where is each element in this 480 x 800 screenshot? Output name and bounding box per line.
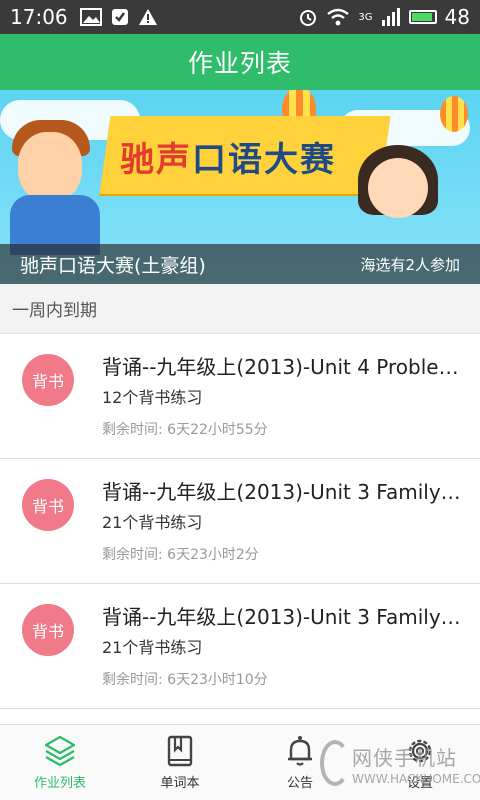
assignment-remaining-time: 剩余时间: 6天23小时2分 — [102, 547, 259, 563]
list-item[interactable]: 背书 背诵--九年级上(2013)-Unit 3 Family life 21个… — [0, 459, 480, 584]
network-type: 3G — [358, 11, 373, 23]
nav-label: 设置 — [406, 776, 433, 791]
banner-title: 驰声口语大赛(土豪组) — [20, 254, 206, 277]
recite-badge: 背书 — [22, 479, 74, 531]
battery-level: 48 — [444, 5, 470, 29]
banner-sign-text: 驰声口语大赛 — [120, 132, 336, 181]
battery-icon — [408, 10, 437, 24]
nav-label: 公告 — [286, 776, 313, 791]
status-right: 3G 48 — [298, 5, 470, 29]
nav-settings[interactable]: 设置 — [360, 725, 480, 800]
list-item[interactable]: 背书 背诵--九年级上(2013)-Unit 3 Family life 21个… — [0, 584, 480, 709]
notification-icons — [79, 7, 158, 27]
nav-homework-list[interactable]: 作业列表 — [0, 725, 120, 800]
page-title: 作业列表 — [187, 49, 292, 78]
sign-text-contest: 口语大赛 — [192, 140, 336, 180]
balloon-decoration — [440, 96, 468, 132]
list-item-texts: 背诵--九年级上(2013)-Unit 3 Family life 21个背书练… — [102, 602, 464, 690]
sign-text-brand: 驰声 — [120, 140, 192, 180]
nav-announcements[interactable]: 公告 — [240, 725, 360, 800]
girl-illustration — [368, 158, 428, 218]
nav-label: 作业列表 — [33, 776, 86, 791]
banner-caption: 驰声口语大赛(土豪组) 海选有2人参加 — [0, 244, 480, 284]
assignment-subtitle: 21个背书练习 — [102, 513, 203, 532]
bell-icon — [288, 736, 312, 766]
banner-participant-count: 海选有2人参加 — [360, 255, 460, 274]
list-item-texts: 背诵--九年级上(2013)-Unit 4 Problems 12个背书练习 剩… — [102, 352, 464, 440]
bottom-nav: 作业列表 单词本 公告 设置 — [0, 724, 480, 800]
warning-icon — [138, 9, 157, 25]
status-bar: 17:06 3G 48 — [0, 0, 480, 34]
assignment-title: 背诵--九年级上(2013)-Unit 3 Family life — [102, 480, 464, 504]
assignment-title: 背诵--九年级上(2013)-Unit 3 Family life — [102, 605, 464, 629]
nav-vocabulary[interactable]: 单词本 — [120, 725, 240, 800]
assignment-remaining-time: 剩余时间: 6天22小时55分 — [102, 422, 268, 438]
app-notification-icon — [111, 9, 128, 25]
app-bar: 作业列表 — [0, 34, 480, 90]
assignment-subtitle: 21个背书练习 — [102, 638, 203, 657]
assignment-title: 背诵--九年级上(2013)-Unit 4 Problems — [102, 355, 464, 379]
recite-badge: 背书 — [22, 604, 74, 656]
assignment-subtitle: 12个背书练习 — [102, 388, 203, 407]
boy-illustration — [18, 132, 82, 202]
alarm-icon — [300, 10, 317, 26]
contest-banner[interactable]: 驰声口语大赛 驰声口语大赛(土豪组) 海选有2人参加 — [0, 90, 480, 284]
status-time: 17:06 — [10, 5, 68, 29]
recite-badge: 背书 — [22, 354, 74, 406]
list-item[interactable]: 背书 背诵--九年级上(2013)-Unit 4 Problems 12个背书练… — [0, 334, 480, 459]
gear-icon — [408, 739, 432, 763]
book-icon — [167, 735, 193, 767]
assignment-list: 背书 背诵--九年级上(2013)-Unit 4 Problems 12个背书练… — [0, 334, 480, 709]
wifi-icon — [327, 8, 350, 26]
assignment-remaining-time: 剩余时间: 6天23小时10分 — [102, 672, 268, 688]
section-header: 一周内到期 — [0, 284, 480, 334]
list-item-texts: 背诵--九年级上(2013)-Unit 3 Family life 21个背书练… — [102, 477, 464, 565]
layers-icon — [44, 735, 76, 767]
image-icon — [79, 8, 102, 26]
nav-label: 单词本 — [160, 776, 200, 791]
signal-icon — [381, 8, 400, 26]
